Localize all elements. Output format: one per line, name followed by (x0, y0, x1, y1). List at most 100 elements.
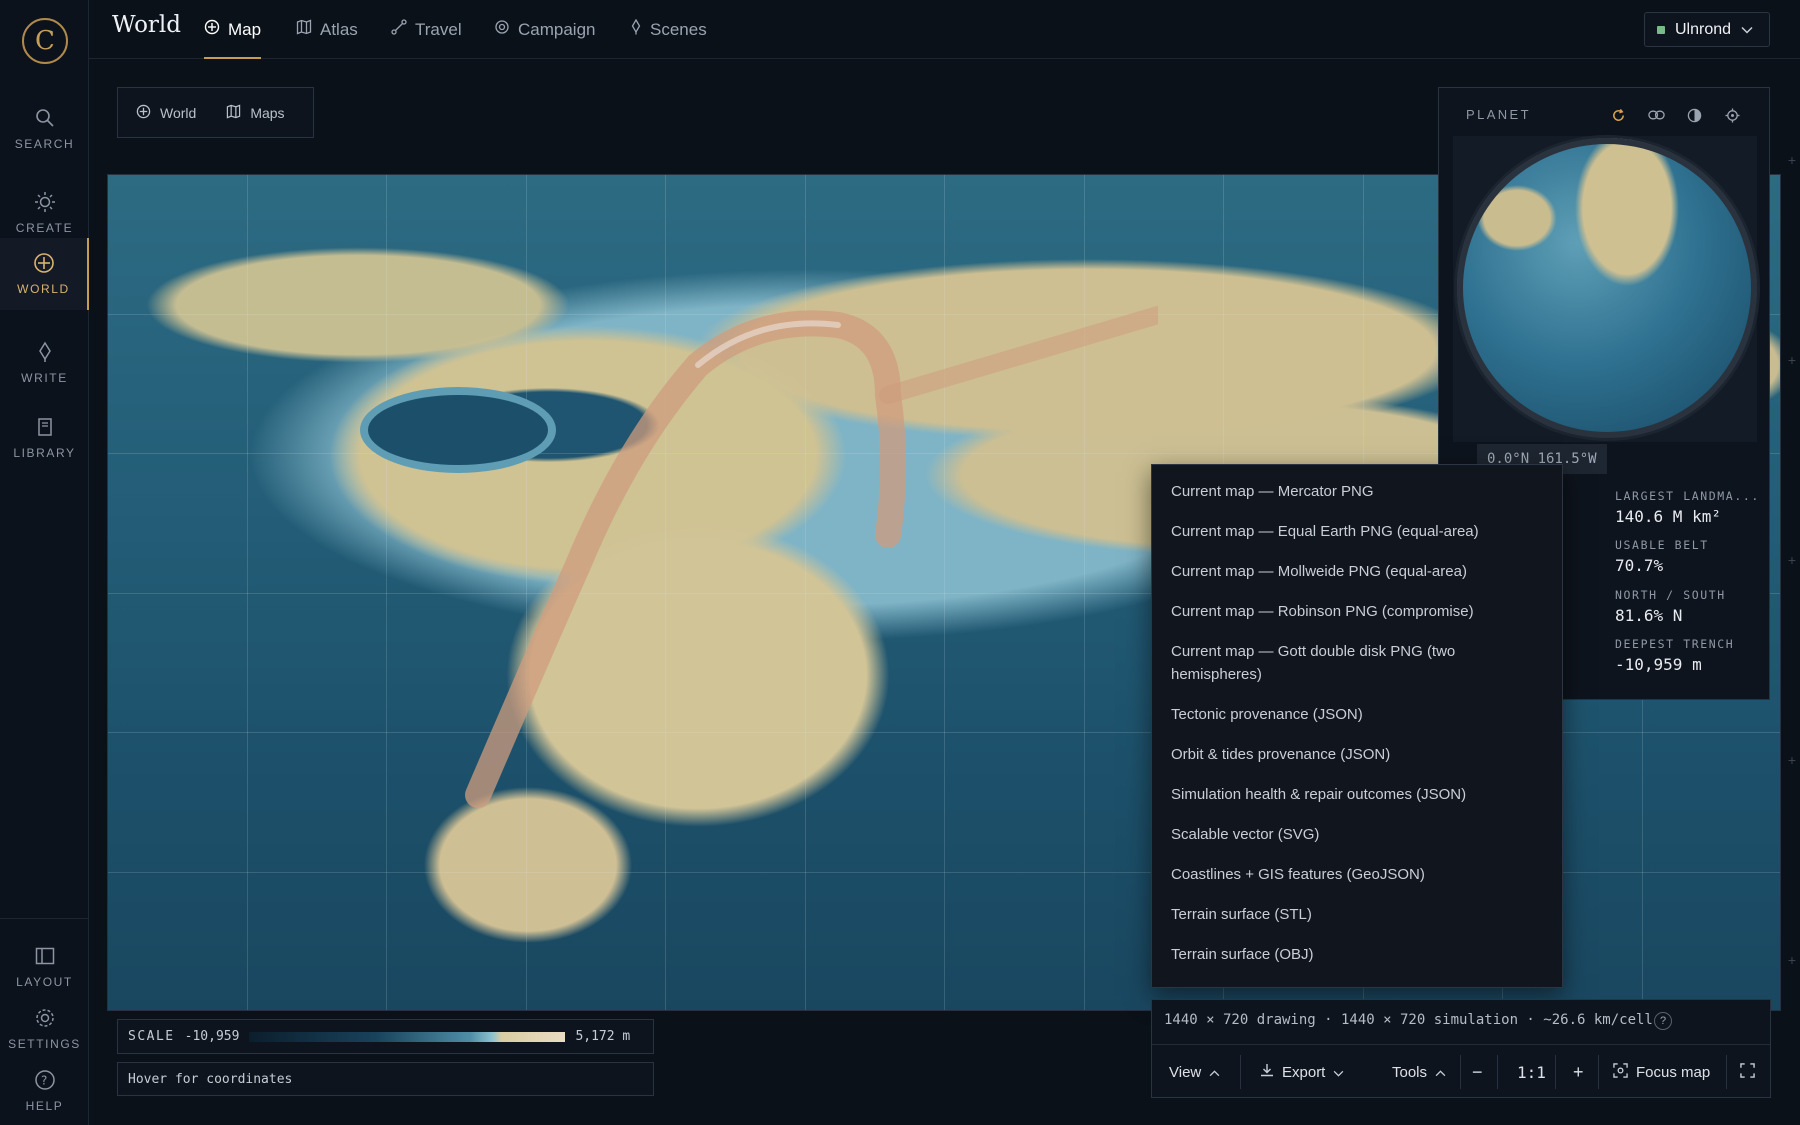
left-rail: C SEARCH CREATE WORLD WRITE LIBRARY LAYO… (0, 0, 89, 1125)
rail-label: WRITE (21, 371, 68, 385)
tab-map[interactable]: Map (204, 0, 262, 59)
tab-atlas[interactable]: Atlas (296, 0, 358, 59)
tab-travel[interactable]: Travel (391, 0, 462, 59)
tab-label: Travel (415, 19, 462, 39)
menu-item-export[interactable]: Current map — Robinson PNG (compromise) (1171, 600, 1551, 623)
button-label: Focus map (1636, 1063, 1711, 1081)
inland-sea (368, 395, 548, 465)
chevron-down-icon (1741, 21, 1753, 39)
map-toolbar: View Export Tools − 1:1 + Focus map (1152, 1044, 1770, 1098)
rail-item-library[interactable]: LIBRARY (0, 405, 89, 471)
rail-divider (0, 918, 88, 919)
tab-campaign[interactable]: Campaign (494, 0, 596, 59)
planet-globe[interactable] (1457, 138, 1757, 438)
rail-label: SETTINGS (8, 1037, 81, 1051)
subtab-label: World (160, 104, 197, 121)
menu-item-export[interactable]: Terrain surface (STL) (1171, 903, 1551, 926)
globe-plus-icon (204, 19, 220, 40)
scale-min: -10,959 (184, 1029, 240, 1044)
subtab-maps[interactable]: Maps (226, 104, 285, 122)
menu-item-export[interactable]: Tectonic provenance (JSON) (1171, 703, 1551, 726)
book-icon (34, 416, 56, 438)
stat-label: LARGEST LANDMA... (1615, 489, 1760, 503)
contrast-icon[interactable] (1685, 106, 1703, 124)
menu-item-export[interactable]: Current map — Mercator PNG (1171, 480, 1551, 503)
view-menu-button[interactable]: View (1169, 1045, 1220, 1099)
menu-item-export[interactable]: Coastlines + GIS features (GeoJSON) (1171, 863, 1551, 886)
resolution-readout: 1440 × 720 drawing · 1440 × 720 simulati… (1164, 1012, 1653, 1028)
rail-label: LIBRARY (13, 446, 76, 460)
menu-item-export[interactable]: Current map — Gott double disk PNG (two … (1171, 640, 1491, 686)
zoom-in-button[interactable]: + (1573, 1045, 1584, 1099)
stat-label: USABLE BELT (1615, 538, 1709, 552)
map-status-panel: 1440 × 720 drawing · 1440 × 720 simulati… (1151, 999, 1771, 1098)
map-subtabs: World Maps (117, 87, 314, 138)
refresh-icon[interactable] (1609, 106, 1627, 124)
menu-item-export[interactable]: Scalable vector (SVG) (1171, 823, 1551, 846)
menu-item-export[interactable]: Current map — Equal Earth PNG (equal-are… (1171, 520, 1551, 543)
focus-icon (1613, 1062, 1628, 1082)
chevron-down-icon (1333, 1064, 1344, 1081)
sun-icon (34, 191, 56, 213)
menu-item-export[interactable]: Current map — Mollweide PNG (equal-area) (1171, 560, 1551, 583)
zoom-level[interactable]: 1:1 (1517, 1045, 1546, 1099)
rail-label: HELP (25, 1099, 64, 1113)
help-icon[interactable]: ? (1654, 1012, 1672, 1030)
rail-item-help[interactable]: ? HELP (0, 1058, 89, 1124)
help-icon: ? (34, 1069, 56, 1091)
quill-icon (630, 18, 642, 40)
fullscreen-button[interactable] (1740, 1045, 1755, 1099)
scale-max: 5,172 m (575, 1029, 631, 1044)
link-icon[interactable] (1647, 106, 1665, 124)
tab-label: Campaign (518, 19, 596, 39)
page-title: World (112, 12, 181, 38)
stat-label: DEEPEST TRENCH (1615, 637, 1735, 651)
status-dot (1657, 25, 1665, 34)
menu-item-export[interactable]: Terrain surface (OBJ) (1171, 943, 1551, 966)
stat-value: 140.6 M km² (1615, 507, 1721, 526)
search-icon (34, 107, 56, 129)
mountain-range (465, 306, 1158, 808)
subtab-world[interactable]: World (136, 104, 196, 122)
rail-label: LAYOUT (16, 975, 73, 989)
fullscreen-icon (1740, 1062, 1755, 1082)
rail-item-layout[interactable]: LAYOUT (0, 934, 89, 1000)
button-label: Export (1282, 1063, 1326, 1081)
zoom-out-button[interactable]: − (1472, 1045, 1483, 1099)
locate-icon[interactable] (1723, 106, 1741, 124)
focus-map-button[interactable]: Focus map (1613, 1045, 1710, 1099)
rail-label: SEARCH (14, 137, 75, 151)
elevation-color-ramp (249, 1031, 566, 1042)
top-bar: World Map Atlas Travel Campaign Scenes U… (89, 0, 1800, 59)
tab-label: Atlas (320, 19, 358, 39)
quill-icon (34, 341, 56, 363)
panel-title: PLANET (1466, 107, 1531, 122)
tools-menu-button[interactable]: Tools (1392, 1045, 1446, 1099)
user-select[interactable]: Ulnrond (1644, 12, 1770, 47)
rail-item-search[interactable]: SEARCH (0, 96, 89, 162)
globe-icon (33, 252, 55, 274)
stat-value: -10,959 m (1615, 655, 1702, 674)
rail-item-create[interactable]: CREATE (0, 180, 89, 246)
book-map-icon (296, 19, 312, 40)
button-label: Tools (1392, 1063, 1428, 1081)
download-icon (1260, 1063, 1274, 1081)
menu-item-export[interactable]: Simulation health & repair outcomes (JSO… (1171, 783, 1551, 806)
scale-label: SCALE (128, 1029, 175, 1044)
logo[interactable]: C (22, 18, 68, 64)
rail-item-settings[interactable]: SETTINGS (0, 996, 89, 1062)
export-menu-button[interactable]: Export (1260, 1045, 1344, 1099)
svg-text:?: ? (41, 1074, 49, 1088)
tab-scenes[interactable]: Scenes (630, 0, 707, 59)
rail-label: WORLD (17, 282, 70, 296)
rail-label: CREATE (15, 221, 74, 235)
menu-item-export[interactable]: Orbit & tides provenance (JSON) (1171, 743, 1551, 766)
tab-label: Map (228, 19, 262, 39)
stat-value: 81.6% N (1615, 606, 1683, 625)
subtab-label: Maps (250, 104, 285, 121)
map-icon (226, 104, 241, 122)
export-menu: Current map — Mercator PNG Current map —… (1151, 464, 1563, 988)
globe-viewport[interactable]: 0.0°N 161.5°W (1453, 136, 1757, 474)
rail-item-write[interactable]: WRITE (0, 330, 89, 396)
rail-item-world[interactable]: WORLD (0, 238, 89, 310)
